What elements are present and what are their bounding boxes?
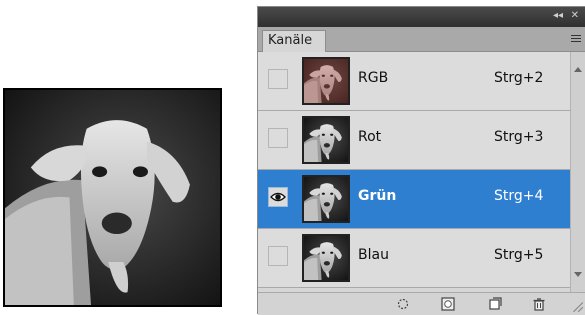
- channel-row-green[interactable]: Grün Strg+4: [258, 170, 570, 229]
- channel-list: RGB Strg+2 Rot Strg+3 Grün Strg+4 Blau S…: [258, 52, 570, 292]
- visibility-toggle[interactable]: [268, 128, 288, 148]
- scroll-up-icon[interactable]: [574, 67, 582, 72]
- channel-thumbnail: [302, 175, 350, 223]
- channel-row-red[interactable]: Rot Strg+3: [258, 111, 570, 170]
- channel-shortcut: Strg+4: [494, 188, 544, 204]
- channel-thumbnail: [302, 116, 350, 164]
- panel-footer: [258, 292, 585, 315]
- channel-name: Rot: [358, 129, 382, 145]
- visibility-toggle[interactable]: [268, 246, 288, 266]
- channel-preview-image: [3, 88, 222, 307]
- channel-shortcut: Strg+2: [494, 70, 544, 86]
- close-panel-icon[interactable]: ✕: [571, 10, 579, 22]
- channel-row-rgb[interactable]: RGB Strg+2: [258, 52, 570, 111]
- resize-grip-icon[interactable]: [570, 299, 584, 313]
- load-selection-icon[interactable]: [396, 297, 410, 311]
- eye-icon: [270, 192, 286, 202]
- delete-channel-icon[interactable]: [532, 297, 546, 311]
- visibility-toggle[interactable]: [268, 69, 288, 89]
- panel-title-bar: ◂◂ ✕: [258, 7, 585, 27]
- channel-name: Grün: [358, 188, 397, 204]
- channel-thumbnail: [302, 57, 350, 105]
- channel-shortcut: Strg+5: [494, 247, 544, 263]
- collapse-panel-icon[interactable]: ◂◂: [553, 10, 563, 22]
- save-selection-icon[interactable]: [441, 297, 455, 311]
- channel-row-blue[interactable]: Blau Strg+5: [258, 229, 570, 288]
- channel-thumbnail: [302, 234, 350, 282]
- tab-channels[interactable]: Kanäle: [262, 30, 326, 52]
- channel-name: RGB: [358, 70, 389, 86]
- channels-panel: ◂◂ ✕ Kanäle RGB Strg+2 Rot Strg+3 Grün S…: [257, 6, 585, 315]
- channel-name: Blau: [358, 247, 389, 263]
- new-channel-icon[interactable]: [488, 297, 502, 311]
- panel-menu-icon[interactable]: [567, 32, 581, 44]
- channel-shortcut: Strg+3: [494, 129, 544, 145]
- channel-list-scrollbar[interactable]: [570, 52, 585, 292]
- panel-tab-row: Kanäle: [258, 27, 585, 52]
- scroll-down-icon[interactable]: [574, 272, 582, 277]
- visibility-toggle[interactable]: [268, 187, 288, 207]
